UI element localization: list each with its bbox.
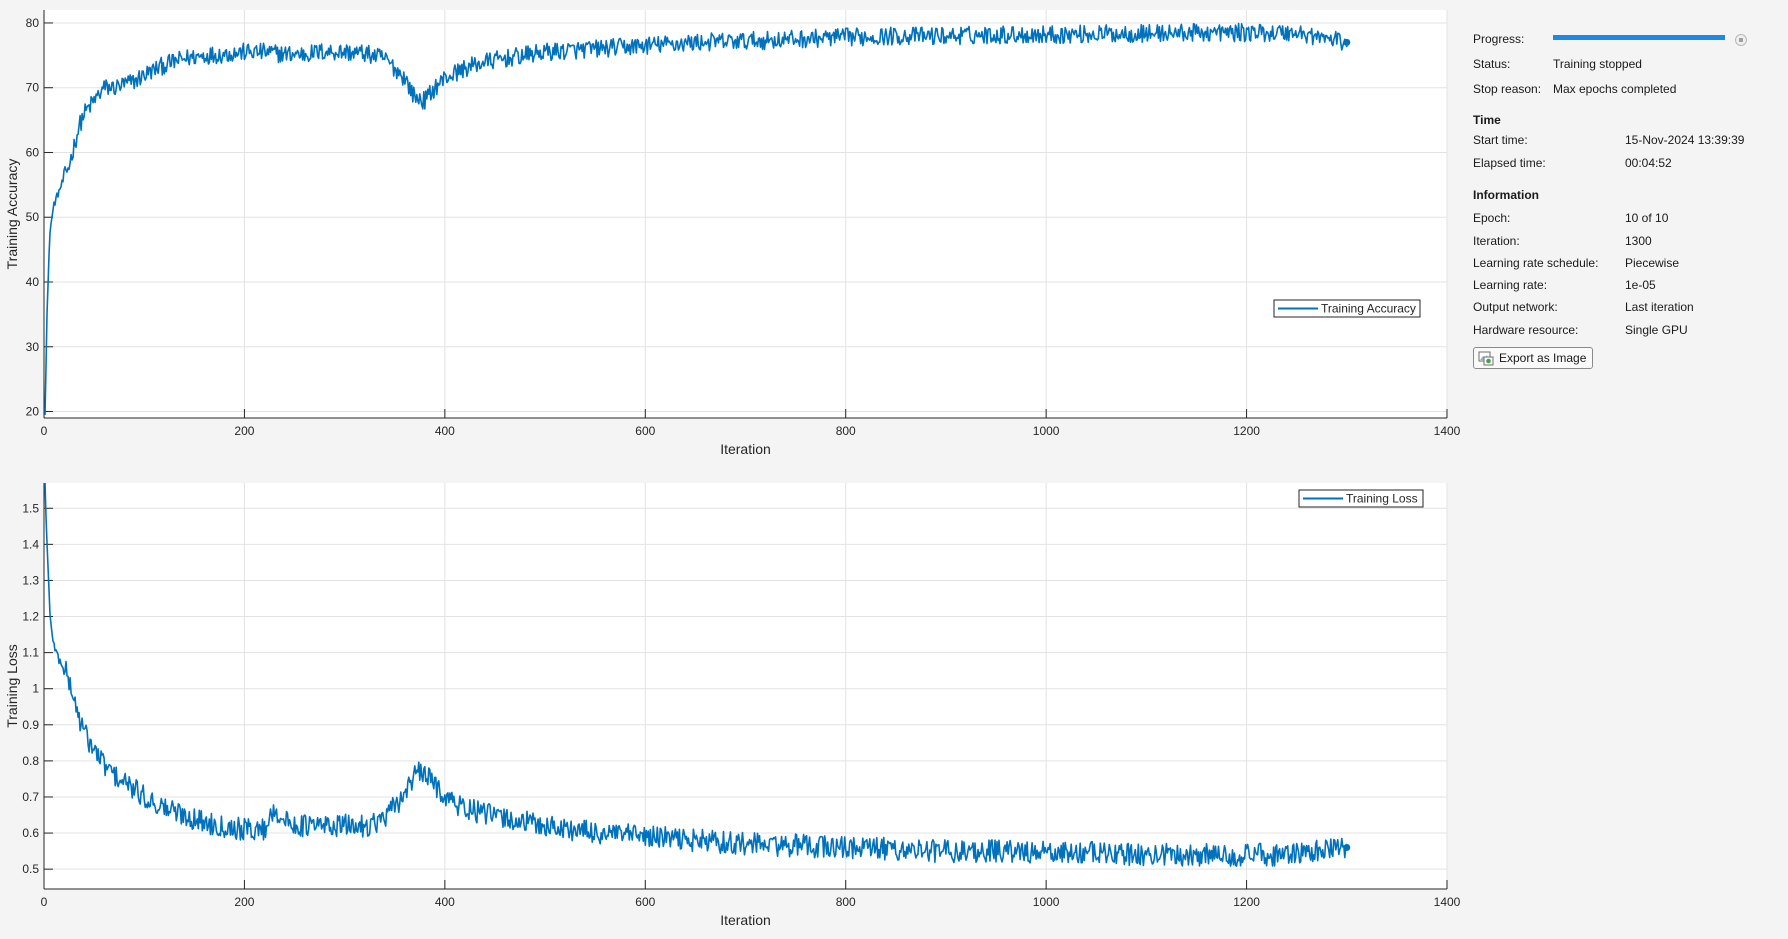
time-heading: Time	[1473, 113, 1501, 127]
start-time-label: Start time:	[1473, 133, 1528, 147]
legend-label: Training Loss	[1346, 492, 1418, 506]
y-tick-label: 70	[26, 81, 40, 95]
y-tick-label: 50	[26, 210, 40, 224]
x-tick-label: 200	[234, 895, 254, 909]
x-tick-label: 0	[41, 424, 48, 438]
y-tick-label: 0.7	[22, 790, 39, 804]
accuracy-plot: 0 200 400 600 800 1000 1200 1400 20 30 40 50 60 70 80 I…	[4, 10, 1460, 457]
last-point-marker	[1343, 843, 1351, 851]
elapsed-time-label: Elapsed time:	[1473, 156, 1546, 170]
y-tick-label: 0.6	[22, 826, 39, 840]
output-network-label: Output network:	[1473, 300, 1558, 314]
stop-training-button[interactable]	[1735, 34, 1747, 46]
y-tick-label: 60	[26, 145, 40, 159]
progress-bar-fill	[1553, 35, 1725, 40]
y-tick-label: 1.5	[22, 501, 39, 515]
last-point-marker	[1343, 38, 1351, 46]
x-tick-label: 1000	[1033, 424, 1060, 438]
x-tick-label: 1000	[1033, 895, 1060, 909]
information-heading: Information	[1473, 188, 1539, 202]
y-tick-label: 1.1	[22, 646, 39, 660]
progress-label: Progress:	[1473, 32, 1525, 46]
x-tick-label: 200	[234, 424, 254, 438]
y-tick-label: 0.8	[22, 754, 39, 768]
training-progress-charts: 0 200 400 600 800 1000 1200 140020304050607080I…	[4, 10, 1460, 928]
learning-rate-label: Learning rate:	[1473, 278, 1548, 292]
x-tick-label: 0	[41, 895, 48, 909]
progress-bar	[1553, 35, 1725, 40]
y-tick-label: 40	[26, 275, 40, 289]
hardware-label: Hardware resource:	[1473, 323, 1579, 337]
y-tick-label: 0.9	[22, 718, 39, 732]
epoch-label: Epoch:	[1473, 211, 1511, 225]
export-button-label: Export as Image	[1499, 351, 1587, 365]
iteration-value: 1300	[1625, 234, 1652, 248]
epoch-value: 10 of 10	[1625, 211, 1669, 225]
y-tick-label: 20	[26, 405, 40, 419]
y-tick-label: 1.3	[22, 573, 39, 587]
status-label: Status:	[1473, 57, 1511, 71]
x-axis-label: Iteration	[720, 441, 771, 457]
iteration-label: Iteration:	[1473, 234, 1520, 248]
export-as-image-button[interactable]: Export as Image	[1473, 347, 1594, 369]
training-info-panel: Progress: Status: Training stopped Stop …	[1473, 0, 1788, 939]
x-tick-label: 400	[435, 424, 455, 438]
y-tick-label: 80	[26, 16, 40, 30]
y-tick-label: 1	[32, 682, 39, 696]
stop-reason-value: Max epochs completed	[1553, 82, 1677, 96]
loss-plot: 0 200 400 600 800 1000 1200 1400 0.5 0.6 0.7 0.8 0.9…	[4, 482, 1460, 928]
y-tick-label: 1.2	[22, 610, 39, 624]
elapsed-time-value: 00:04:52	[1625, 156, 1672, 170]
x-tick-label: 1200	[1233, 424, 1260, 438]
lr-schedule-label: Learning rate schedule:	[1473, 256, 1599, 270]
x-tick-label: 800	[836, 424, 856, 438]
status-value: Training stopped	[1553, 57, 1642, 71]
x-tick-label: 1400	[1434, 424, 1460, 438]
x-tick-label: 600	[635, 895, 655, 909]
y-tick-label: 0.5	[22, 862, 39, 876]
export-image-icon	[1478, 350, 1494, 366]
y-tick-label: 30	[26, 340, 40, 354]
x-axis-label: Iteration	[720, 912, 771, 928]
output-network-value: Last iteration	[1625, 300, 1694, 314]
x-tick-label: 400	[435, 895, 455, 909]
x-tick-label: 800	[836, 895, 856, 909]
hardware-value: Single GPU	[1625, 323, 1688, 337]
lr-schedule-value: Piecewise	[1625, 256, 1680, 270]
start-time-value: 15-Nov-2024 13:39:39	[1625, 133, 1745, 147]
stop-reason-label: Stop reason:	[1473, 82, 1542, 96]
y-axis-label: Training Loss	[4, 644, 20, 728]
y-axis-label: Training Accuracy	[4, 159, 20, 270]
x-tick-label: 600	[635, 424, 655, 438]
learning-rate-value: 1e-05	[1625, 278, 1656, 292]
legend-label: Training Accuracy	[1321, 302, 1416, 316]
x-tick-label: 1400	[1434, 895, 1460, 909]
y-tick-label: 1.4	[22, 537, 39, 551]
plot-area	[44, 10, 1447, 418]
x-tick-label: 1200	[1233, 895, 1260, 909]
